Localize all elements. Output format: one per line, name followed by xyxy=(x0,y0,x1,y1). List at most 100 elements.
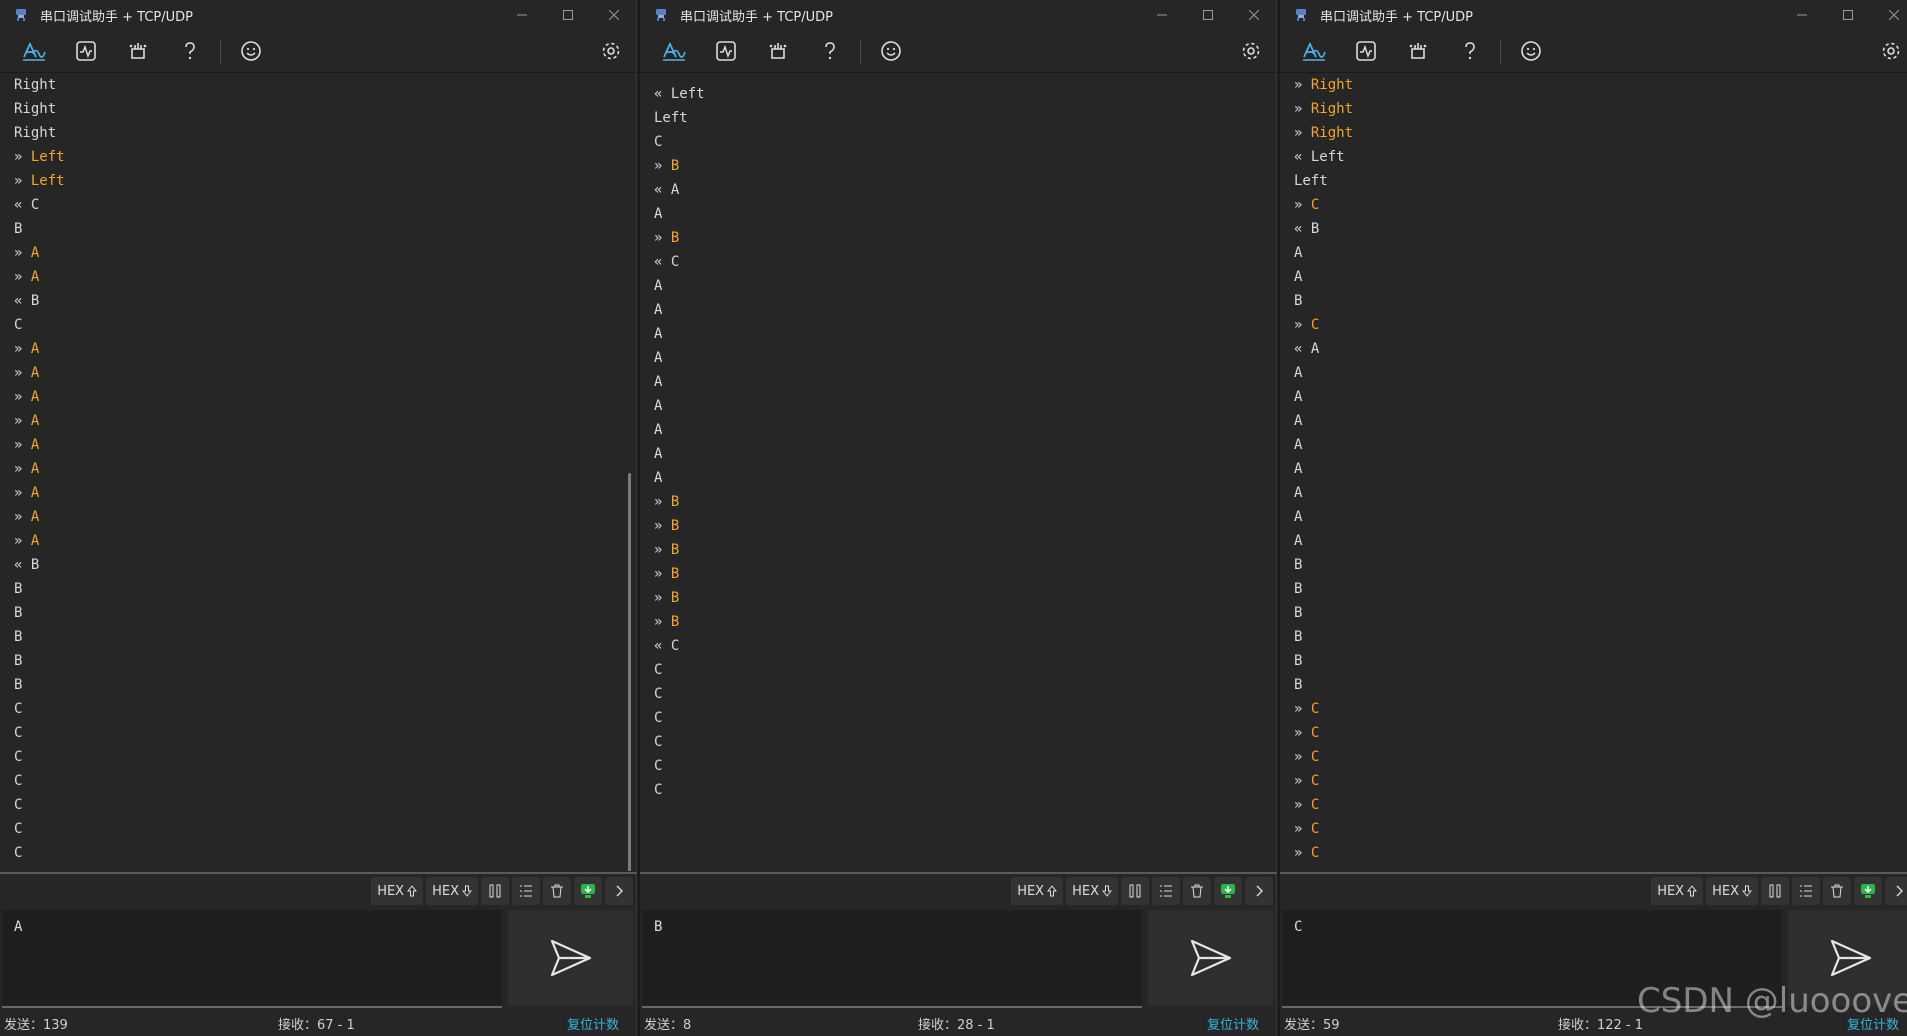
log-line: A xyxy=(1294,457,1907,481)
log-line: » Left xyxy=(14,169,637,193)
clear-button[interactable] xyxy=(543,877,571,905)
send-count: 发送：59 xyxy=(1284,1018,1340,1033)
receive-area[interactable]: « Left Left C» B « A A» B « C A A A A A A A A A» B» B»… xyxy=(640,82,1277,880)
scrollbar-thumb[interactable] xyxy=(628,473,631,871)
log-text: Right xyxy=(1310,77,1354,93)
log-text: B xyxy=(670,518,680,534)
log-line: » C xyxy=(1294,745,1907,769)
log-text: A xyxy=(1294,485,1303,501)
close-button[interactable] xyxy=(1231,0,1277,30)
log-line: C xyxy=(14,817,637,841)
pause-button[interactable] xyxy=(481,877,509,905)
window-title: 串口调试助手 + TCP/UDP xyxy=(680,9,833,25)
log-line: « B xyxy=(14,289,637,313)
reset-count-button[interactable]: 复位计数 xyxy=(567,1014,619,1033)
feedback-button[interactable] xyxy=(865,32,917,70)
pause-button[interactable] xyxy=(1761,877,1789,905)
log-line: « B xyxy=(14,553,637,577)
help-button[interactable] xyxy=(804,32,856,70)
log-line: A xyxy=(654,322,1277,346)
help-button[interactable] xyxy=(1444,32,1496,70)
clear-button[interactable] xyxy=(1823,877,1851,905)
list-button[interactable] xyxy=(512,877,540,905)
maximize-button[interactable] xyxy=(545,0,591,30)
expand-button[interactable] xyxy=(605,877,633,905)
list-button[interactable] xyxy=(1152,877,1180,905)
direction-marker: » xyxy=(1294,101,1311,117)
hex-send-toggle[interactable]: HEX xyxy=(1651,877,1704,905)
activity-button[interactable] xyxy=(700,32,752,70)
expand-button[interactable] xyxy=(1885,877,1907,905)
send-button[interactable] xyxy=(508,910,633,1006)
settings-button[interactable] xyxy=(585,32,637,70)
log-line: » Left xyxy=(14,145,637,169)
activity-button[interactable] xyxy=(60,32,112,70)
maximize-button[interactable] xyxy=(1825,0,1871,30)
minimize-button[interactable] xyxy=(499,0,545,30)
send-button[interactable] xyxy=(1148,910,1273,1006)
save-log-button[interactable] xyxy=(574,877,602,905)
log-line: Left xyxy=(1294,169,1907,193)
settings-button[interactable] xyxy=(1865,32,1907,70)
save-log-button[interactable] xyxy=(1214,877,1242,905)
receive-area[interactable]: » Right» Right» Right « Left Left» C « BAAB… xyxy=(1280,73,1907,871)
minimize-button[interactable] xyxy=(1139,0,1185,30)
waveform-button[interactable] xyxy=(648,32,700,70)
plugin-icon xyxy=(769,43,787,59)
panel-divider[interactable] xyxy=(1280,872,1907,874)
clear-button[interactable] xyxy=(1183,877,1211,905)
send-input[interactable]: A xyxy=(2,910,502,1008)
hex-receive-toggle[interactable]: HEX xyxy=(426,877,478,905)
save-log-button[interactable] xyxy=(1854,877,1882,905)
feedback-button[interactable] xyxy=(1505,32,1557,70)
feedback-button[interactable] xyxy=(225,32,277,70)
plugin-button[interactable] xyxy=(1392,32,1444,70)
log-line: » C xyxy=(1294,313,1907,337)
waveform-icon xyxy=(663,41,686,61)
panel-divider[interactable] xyxy=(0,872,637,874)
send-input[interactable]: B xyxy=(642,910,1142,1008)
hex-receive-toggle[interactable]: HEX xyxy=(1706,877,1758,905)
close-button[interactable] xyxy=(591,0,637,30)
waveform-button[interactable] xyxy=(1288,32,1340,70)
minimize-icon xyxy=(1797,14,1807,16)
log-text: C xyxy=(1310,845,1320,861)
direction-marker: « xyxy=(1294,221,1311,237)
log-text: A xyxy=(30,437,40,453)
plugin-button[interactable] xyxy=(112,32,164,70)
direction-marker: » xyxy=(14,413,31,429)
log-line: » B xyxy=(654,490,1277,514)
help-button[interactable] xyxy=(164,32,216,70)
log-line: A xyxy=(654,370,1277,394)
panel-divider[interactable] xyxy=(640,872,1277,874)
expand-button[interactable] xyxy=(1245,877,1273,905)
log-line: » Right xyxy=(1294,97,1907,121)
log-line: A xyxy=(654,394,1277,418)
send-count: 发送：139 xyxy=(4,1018,68,1033)
hex-send-toggle[interactable]: HEX xyxy=(371,877,424,905)
log-line: » C xyxy=(1294,793,1907,817)
waveform-button[interactable] xyxy=(8,32,60,70)
plugin-button[interactable] xyxy=(752,32,804,70)
log-text: A xyxy=(30,533,40,549)
reset-count-button[interactable]: 复位计数 xyxy=(1207,1014,1259,1033)
log-line: A xyxy=(1294,361,1907,385)
minimize-button[interactable] xyxy=(1779,0,1825,30)
activity-button[interactable] xyxy=(1340,32,1392,70)
settings-button[interactable] xyxy=(1225,32,1277,70)
log-text: A xyxy=(1294,437,1303,453)
maximize-button[interactable] xyxy=(1185,0,1231,30)
direction-marker: » xyxy=(1294,125,1311,141)
hex-receive-toggle[interactable]: HEX xyxy=(1066,877,1118,905)
hex-send-toggle[interactable]: HEX xyxy=(1011,877,1064,905)
log-line: « C xyxy=(14,193,637,217)
title-bar[interactable]: 串口调试助手 + TCP/UDP xyxy=(0,0,637,30)
option-bar: HEX HEX xyxy=(0,875,637,907)
pause-button[interactable] xyxy=(1121,877,1149,905)
close-button[interactable] xyxy=(1871,0,1907,30)
title-bar[interactable]: 串口调试助手 + TCP/UDP xyxy=(1280,0,1907,30)
title-bar[interactable]: 串口调试助手 + TCP/UDP xyxy=(640,0,1277,30)
list-button[interactable] xyxy=(1792,877,1820,905)
direction-marker: » xyxy=(14,461,31,477)
receive-area[interactable]: Right Right Right» Left» Left « C B» A» A « B… xyxy=(0,73,637,871)
